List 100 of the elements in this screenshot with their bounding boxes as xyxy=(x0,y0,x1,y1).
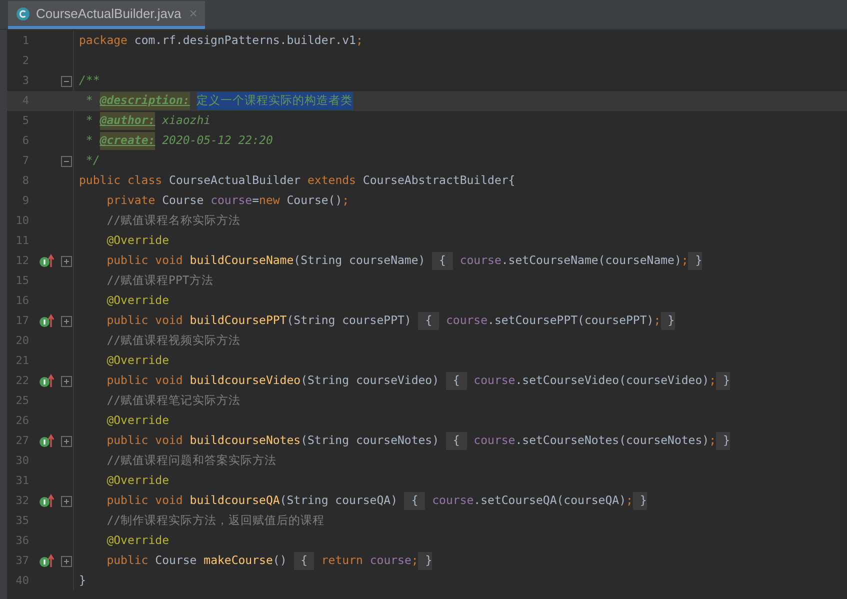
field-name: course xyxy=(432,492,474,510)
annotation: @Override xyxy=(106,292,170,310)
code-text: () xyxy=(272,552,288,570)
expand-fold-icon[interactable] xyxy=(61,496,72,506)
method-name: buildcourseVideo xyxy=(190,372,301,390)
code-text: Course() xyxy=(286,192,342,210)
line-number: 2 xyxy=(21,52,29,69)
editor-tab[interactable]: CourseActualBuilder.java × xyxy=(8,1,206,29)
line-number: 32 xyxy=(14,492,29,509)
collapse-fold-icon[interactable] xyxy=(61,156,72,166)
code-comment: //赋值课程名称实际方法 xyxy=(106,212,241,230)
override-icon[interactable] xyxy=(39,494,55,508)
keyword: private xyxy=(106,192,156,210)
code-comment: //制作课程实际方法，返回赋值后的课程 xyxy=(106,512,325,530)
keyword: ; xyxy=(654,312,661,330)
code-text: } xyxy=(79,572,86,590)
method-name: buildCoursePPT xyxy=(190,312,287,330)
code-text: (String courseQA) xyxy=(280,492,398,510)
code-text: .setCourseQA(courseQA) xyxy=(474,492,626,510)
keyword: ; xyxy=(626,492,633,510)
code-text: (String coursePPT) xyxy=(286,312,412,330)
expand-fold-icon[interactable] xyxy=(61,556,72,566)
expand-fold-icon[interactable] xyxy=(61,316,72,326)
line-number: 17 xyxy=(14,312,29,329)
keyword: public xyxy=(106,552,150,570)
override-icon[interactable] xyxy=(39,434,55,448)
folded-code: } xyxy=(716,372,730,390)
override-icon[interactable] xyxy=(39,314,55,328)
line-number: 7 xyxy=(21,152,29,169)
code-text: = xyxy=(252,192,260,210)
doc-comment: * xyxy=(84,92,94,110)
code-text: Course xyxy=(155,552,198,570)
line-number: 36 xyxy=(14,532,29,549)
doc-comment: /** xyxy=(79,72,100,90)
keyword: public void xyxy=(106,312,184,330)
line-number: 25 xyxy=(14,392,29,409)
annotation: @Override xyxy=(106,232,170,250)
line-number: 1 xyxy=(21,32,29,49)
method-name: buildcourseQA xyxy=(190,492,280,510)
keyword: ; xyxy=(411,552,418,570)
annotation: @Override xyxy=(106,472,170,490)
keyword: public void xyxy=(106,432,184,450)
line-number: 3 xyxy=(21,72,29,89)
keyword: public void xyxy=(106,252,184,270)
folded-code: } xyxy=(632,492,647,510)
keyword: ; xyxy=(356,32,363,50)
field-name: course xyxy=(370,552,412,570)
class-file-icon xyxy=(16,6,30,20)
doc-comment: xiaozhi xyxy=(161,112,211,130)
line-number: 21 xyxy=(14,352,29,369)
keyword: public void xyxy=(106,372,184,390)
folded-code: { xyxy=(446,372,467,390)
code-text: CourseActualBuilder xyxy=(169,172,302,190)
code-text: CourseAbstractBuilder{ xyxy=(362,172,516,190)
folded-code: { xyxy=(432,252,453,270)
line-number: 35 xyxy=(14,512,29,529)
line-number: 8 xyxy=(21,172,29,189)
doc-comment: * xyxy=(84,132,94,150)
expand-fold-icon[interactable] xyxy=(61,256,72,266)
line-number: 22 xyxy=(14,372,29,389)
doc-comment: 2020-05-12 22:20 xyxy=(161,132,273,150)
collapse-fold-icon[interactable] xyxy=(61,76,72,86)
folded-code: } xyxy=(660,312,674,330)
field-name: course xyxy=(474,372,516,390)
doc-comment: * xyxy=(84,112,94,130)
code-comment: //赋值课程问题和答案实际方法 xyxy=(106,452,277,470)
line-number: 37 xyxy=(14,552,29,569)
line-number: 27 xyxy=(14,432,29,449)
code-comment: //赋值课程视频实际方法 xyxy=(106,332,241,350)
folded-code: { xyxy=(294,552,314,570)
line-number: 30 xyxy=(14,452,29,469)
keyword: extends xyxy=(308,172,357,190)
line-number: 16 xyxy=(14,292,29,309)
line-number: 12 xyxy=(14,252,29,269)
override-icon[interactable] xyxy=(39,374,55,388)
field-name: course xyxy=(210,192,252,210)
override-icon[interactable] xyxy=(39,554,55,568)
line-number: 10 xyxy=(14,212,29,229)
keyword: return xyxy=(321,552,364,570)
expand-fold-icon[interactable] xyxy=(61,376,72,386)
expand-fold-icon[interactable] xyxy=(61,436,72,446)
line-number: 11 xyxy=(14,232,29,249)
code-text: (String courseNotes) xyxy=(300,432,440,450)
code-comment: //赋值课程笔记实际方法 xyxy=(106,392,241,410)
doc-tag: @create: xyxy=(100,132,156,150)
code-text: com.rf.designPatterns.builder.v1 xyxy=(134,32,356,50)
field-name: course xyxy=(460,252,502,270)
folded-code: { xyxy=(446,432,467,450)
keyword: public class xyxy=(79,172,164,190)
code-text: .setCoursePPT(coursePPT) xyxy=(488,312,654,330)
line-number: 15 xyxy=(14,272,29,289)
keyword: ; xyxy=(709,372,716,390)
doc-tag: @author: xyxy=(100,112,156,130)
folded-code: } xyxy=(418,552,432,570)
keyword: ; xyxy=(342,192,350,210)
doc-tag: @description: xyxy=(100,92,190,110)
line-number: 26 xyxy=(14,412,29,429)
code-text: .setCourseNotes(courseNotes) xyxy=(515,432,710,450)
line-number: 9 xyxy=(21,192,29,209)
override-icon[interactable] xyxy=(39,254,55,268)
